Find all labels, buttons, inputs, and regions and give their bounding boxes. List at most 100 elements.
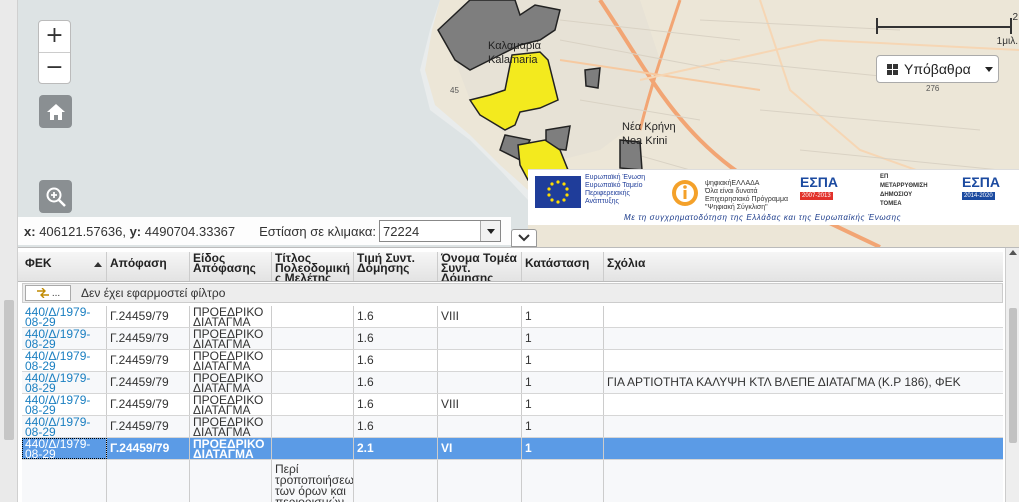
basemap-label: Υπόβαθρα xyxy=(904,61,971,77)
cell-titlos xyxy=(272,438,354,459)
cell-katastasi xyxy=(522,460,604,502)
grid-scrollbar[interactable] xyxy=(1005,248,1019,502)
col-header-eidos[interactable]: Είδος Απόφασης xyxy=(190,252,272,281)
filter-status: Δεν έχει εφαρμοστεί φίλτρο xyxy=(81,286,226,300)
cell-timi: 1.6 xyxy=(354,306,438,327)
cell-onoma xyxy=(438,460,522,502)
cell-eidos: ΠΡΟΕΔΡΙΚΟ ΔΙΑΤΑΓΜΑ xyxy=(190,350,272,371)
cell-timi: 1.6 xyxy=(354,394,438,415)
reform-text: ΕΠ ΜΕΤΑΡΡΥΘΜΙΣΗ ΔΗΜΟΣΙΟΥ ΤΟΜΕΑ xyxy=(880,174,928,207)
funding-banner: Ευρωπαϊκή Ένωση Ευρωπαϊκό Ταμείο Περιφερ… xyxy=(528,169,1019,225)
filter-button-label: ... xyxy=(51,287,61,299)
cell-fek[interactable]: 440/Δ/1979-08-29 xyxy=(22,350,107,371)
cell-fek[interactable]: 440/Δ/1979-08-29 xyxy=(22,394,107,415)
cell-apofasi: Γ.24459/79 xyxy=(107,372,190,393)
digital-greece-text: ψηφιακήΕΛΛΑΔΑ Όλα είναι δυνατά Επιχειρησ… xyxy=(705,180,789,211)
filter-bar: ... Δεν έχει εφαρμοστεί φίλτρο xyxy=(22,283,1003,303)
dropdown-arrow-icon[interactable] xyxy=(480,221,501,241)
cell-fek[interactable]: 440/Δ/1979-08-29 xyxy=(22,306,107,327)
cell-eidos xyxy=(190,460,272,502)
place-label: Nea Krini xyxy=(622,135,668,147)
col-header-fek[interactable]: ΦΕΚ xyxy=(22,252,107,281)
cell-titlos xyxy=(272,372,354,393)
coordinates-bar: x: 406121.57636, y: 4490704.33367 Εστίασ… xyxy=(18,217,511,245)
cell-timi: 1.6 xyxy=(354,372,438,393)
cell-fek[interactable]: 440/Δ/1979-08-29 xyxy=(22,438,107,459)
col-header-timi[interactable]: Τιμή Συντ. Δόμησης xyxy=(354,252,438,281)
table-row[interactable]: 440/Δ/1979-08-29 Γ.24459/79 ΠΡΟΕΔΡΙΚΟ ΔΙΑΤ… xyxy=(22,328,1003,350)
col-header-onoma[interactable]: Όνομα Τομέα Συντ. Δόμησης xyxy=(438,252,522,281)
cell-apofasi: Γ.24459/79 xyxy=(107,394,190,415)
cell-titlos xyxy=(272,394,354,415)
scale-select[interactable]: 72224 xyxy=(379,220,502,242)
cell-eidos: ΠΡΟΕΔΡΙΚΟ ΔΙΑΤΑΓΜΑ xyxy=(190,416,272,437)
cell-fek[interactable]: 440/Δ/1979-08-29 xyxy=(22,328,107,349)
map-view[interactable]: Καλαμαριά Kalamaria Νέα Κρήνη Nea Krini … xyxy=(0,0,1019,247)
col-header-apofasi[interactable]: Απόφαση xyxy=(107,252,190,281)
scroll-up-icon[interactable] xyxy=(1009,250,1017,255)
cell-timi: 1.6 xyxy=(354,350,438,371)
zoom-area-button[interactable] xyxy=(39,180,72,213)
grid-icon xyxy=(887,63,898,75)
zoom-out-button[interactable]: − xyxy=(39,52,70,83)
cell-katastasi: 1 xyxy=(522,306,604,327)
cell-titlos xyxy=(272,350,354,371)
col-header-titlos[interactable]: Τίτλος Πολεοδομική ς Μελέτης xyxy=(272,252,354,281)
contour-label: 45 xyxy=(450,86,459,95)
cell-titlos xyxy=(272,416,354,437)
cell-fek[interactable]: 440/Δ/1979-08-29 xyxy=(22,372,107,393)
cell-katastasi: 1 xyxy=(522,350,604,371)
basemap-dropdown[interactable]: Υπόβαθρα xyxy=(876,55,999,83)
table-row[interactable]: 440/Δ/1979-08-29 Γ.24459/79 ΠΡΟΕΔΡΙΚΟ ΔΙΑΤ… xyxy=(22,416,1003,438)
table-row[interactable]: 440/Δ/1979-08-29 Γ.24459/79 ΠΡΟΕΔΡΙΚΟ ΔΙΑΤ… xyxy=(22,438,1003,460)
scale-bar: 2 1μιλ. xyxy=(872,12,1019,48)
place-label: Kalamaria xyxy=(488,54,538,66)
cell-katastasi: 1 xyxy=(522,372,604,393)
table-row[interactable]: 440/Δ/1979-08-29 Γ.24459/79 ΠΡΟΕΔΡΙΚΟ ΔΙΑΤ… xyxy=(22,372,1003,394)
cell-sxolia xyxy=(604,394,1003,415)
scale-mark: 2 xyxy=(1012,12,1018,23)
contour-label: 276 xyxy=(926,84,940,93)
filter-button[interactable]: ... xyxy=(25,285,71,301)
cell-eidos: ΠΡΟΕΔΡΙΚΟ ΔΙΑΤΑΓΜΑ xyxy=(190,372,272,393)
table-row[interactable]: Περί τροποποιήσεως των όρων και περιορισ… xyxy=(22,460,1003,502)
x-label: x: xyxy=(24,223,36,239)
cell-fek[interactable] xyxy=(22,460,107,502)
home-button[interactable] xyxy=(39,95,72,128)
cell-katastasi: 1 xyxy=(522,328,604,349)
results-grid: ΦΕΚ Απόφαση Είδος Απόφασης Τίτλος Πολεοδ… xyxy=(18,247,1019,502)
cell-onoma xyxy=(438,416,522,437)
chevron-down-icon xyxy=(518,234,530,242)
zoom-in-button[interactable]: + xyxy=(39,21,70,52)
cell-sxolia xyxy=(604,438,1003,459)
eu-flag-logo xyxy=(535,176,581,208)
cell-eidos: ΠΡΟΕΔΡΙΚΟ ΔΙΑΤΑΓΜΑ xyxy=(190,394,272,415)
info-logo xyxy=(672,180,698,206)
scale-label: Εστίαση σε κλιμακα: xyxy=(259,223,377,239)
cell-onoma: VI xyxy=(438,438,522,459)
sort-asc-icon xyxy=(94,262,102,267)
cell-sxolia xyxy=(604,350,1003,371)
x-coordinate: 406121.57636, xyxy=(39,223,126,239)
col-header-katastasi[interactable]: Κατάσταση xyxy=(522,252,604,281)
cell-timi: 1.6 xyxy=(354,416,438,437)
table-row[interactable]: 440/Δ/1979-08-29 Γ.24459/79 ΠΡΟΕΔΡΙΚΟ ΔΙΑΤ… xyxy=(22,394,1003,416)
cell-fek[interactable]: 440/Δ/1979-08-29 xyxy=(22,416,107,437)
table-row[interactable]: 440/Δ/1979-08-29 Γ.24459/79 ΠΡΟΕΔΡΙΚΟ ΔΙΑΤ… xyxy=(22,350,1003,372)
cell-katastasi: 1 xyxy=(522,438,604,459)
col-header-sxolia[interactable]: Σχόλια xyxy=(604,252,1003,281)
cell-eidos: ΠΡΟΕΔΡΙΚΟ ΔΙΑΤΑΓΜΑ xyxy=(190,306,272,327)
cell-katastasi: 1 xyxy=(522,416,604,437)
cell-apofasi: Γ.24459/79 xyxy=(107,438,190,459)
collapse-panel-button[interactable] xyxy=(511,229,537,247)
cell-sxolia xyxy=(604,328,1003,349)
cell-sxolia xyxy=(604,306,1003,327)
cell-onoma xyxy=(438,372,522,393)
filter-arrows-icon xyxy=(36,288,49,298)
cell-onoma xyxy=(438,328,522,349)
cell-eidos: ΠΡΟΕΔΡΙΚΟ ΔΙΑΤΑΓΜΑ xyxy=(190,328,272,349)
zoom-area-icon xyxy=(46,187,66,207)
espa-years: 2007-2013 xyxy=(800,192,833,200)
left-scrollbar[interactable] xyxy=(0,0,18,502)
table-row[interactable]: 440/Δ/1979-08-29 Γ.24459/79 ΠΡΟΕΔΡΙΚΟ ΔΙΑΤ… xyxy=(22,306,1003,328)
